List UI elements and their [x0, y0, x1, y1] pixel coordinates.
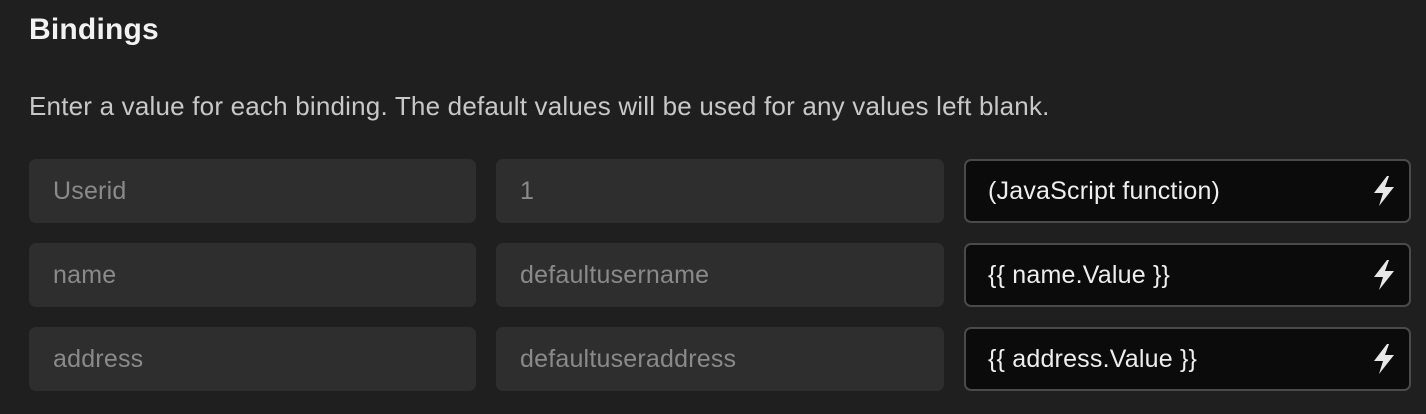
binding-name-field[interactable]: address: [29, 327, 476, 391]
binding-name-text: Userid: [53, 176, 127, 205]
binding-value-text: {{ address.Value }}: [988, 344, 1198, 373]
binding-name-text: address: [53, 344, 144, 373]
binding-row-address: address defaultuseraddress {{ address.Va…: [29, 327, 1411, 391]
binding-name-field[interactable]: Userid: [29, 159, 476, 223]
binding-value-field[interactable]: {{ name.Value }}: [964, 243, 1411, 307]
binding-name-text: name: [53, 260, 117, 289]
binding-default-value-text: defaultusername: [520, 260, 710, 289]
lightning-bolt-icon[interactable]: [1369, 174, 1399, 208]
binding-value-field[interactable]: {{ address.Value }}: [964, 327, 1411, 391]
binding-default-value-field[interactable]: defaultusername: [496, 243, 944, 307]
binding-default-value-field[interactable]: 1: [496, 159, 944, 223]
bindings-title: Bindings: [29, 13, 159, 46]
bindings-description: Enter a value for each binding. The defa…: [29, 91, 1050, 121]
binding-value-text: {{ name.Value }}: [988, 260, 1171, 289]
binding-row-userid: Userid 1 (JavaScript function): [29, 159, 1411, 223]
binding-value-text: (JavaScript function): [988, 176, 1221, 205]
binding-name-field[interactable]: name: [29, 243, 476, 307]
bindings-list: Userid 1 (JavaScript function) name defa…: [29, 159, 1411, 411]
binding-default-value-field[interactable]: defaultuseraddress: [496, 327, 944, 391]
binding-default-value-text: 1: [520, 176, 535, 205]
binding-default-value-text: defaultuseraddress: [520, 344, 737, 373]
lightning-bolt-icon[interactable]: [1369, 342, 1399, 376]
binding-row-name: name defaultusername {{ name.Value }}: [29, 243, 1411, 307]
lightning-bolt-icon[interactable]: [1369, 258, 1399, 292]
binding-value-field[interactable]: (JavaScript function): [964, 159, 1411, 223]
